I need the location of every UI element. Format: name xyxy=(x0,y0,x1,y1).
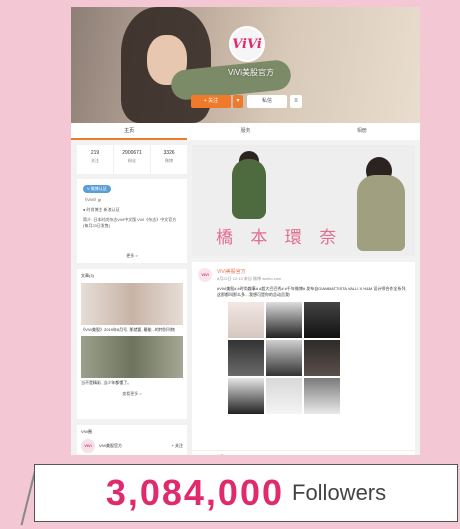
followers-label: Followers xyxy=(292,480,387,505)
weibo-profile-page: ViVi ViVi美股官方 + 关注 ▾ 私信 ≡ 主页 服务 相册 219 关注… xyxy=(71,7,420,455)
post-avatar[interactable]: ViVi xyxy=(198,268,212,282)
article-thumbnail[interactable] xyxy=(81,283,183,325)
info-more-link[interactable]: 更多 > xyxy=(77,253,187,259)
mini-avatar[interactable]: ViVi xyxy=(81,439,95,453)
info-line: 简介: 日本时尚杂志ViVi中文版 ViVi《杂志》中文官方 (每月23日发售) xyxy=(83,217,177,228)
stats-card: 219 关注 2900671 粉丝 3326 微博 xyxy=(77,145,187,174)
stat-followers[interactable]: 2900671 粉丝 xyxy=(114,145,151,174)
post-image[interactable] xyxy=(228,302,264,338)
post-footer: 收藏 28 133 1994 xyxy=(192,450,415,455)
post-image[interactable] xyxy=(266,378,302,414)
stat-value: 3326 xyxy=(163,150,175,156)
verified-badge: V 微博认证 xyxy=(83,185,111,193)
info-card: V 微博认证 《ViVi》jp ● 时尚博主 新浪认证 简介: 日本时尚杂志Vi… xyxy=(77,179,187,263)
post-author[interactable]: ViVi美股官方 xyxy=(217,268,281,275)
stat-label: 关注 xyxy=(91,158,99,163)
stat-posts[interactable]: 3326 微博 xyxy=(151,145,187,174)
article-title[interactable]: 《ViVi美股》2019年8月号, 那就要, 最能...的特别刊物 xyxy=(81,327,183,332)
menu-icon[interactable]: ≡ xyxy=(290,95,302,108)
post-image[interactable] xyxy=(304,340,340,376)
post-image[interactable] xyxy=(228,340,264,376)
profile-avatar[interactable]: ViVi xyxy=(229,26,265,62)
photo-caption: 橋 本 環 奈 xyxy=(216,228,343,248)
vivi-block-follow[interactable]: + 关注 xyxy=(172,443,183,449)
followers-count: 3,084,000 xyxy=(105,472,284,513)
cover-photo: ViVi ViVi美股官方 + 关注 ▾ 私信 ≡ xyxy=(71,7,420,123)
stat-value: 219 xyxy=(90,150,100,156)
vivi-block: ViVi圈 ViVi ViVi美股官方 + 关注 xyxy=(77,425,187,455)
stat-value: 2900671 xyxy=(122,150,142,156)
profile-name: ViVi美股官方 xyxy=(228,68,274,77)
article-thumbnail[interactable] xyxy=(81,336,183,378)
info-line: 《ViVi》jp xyxy=(83,197,102,202)
post-image-grid xyxy=(228,302,409,414)
articles-card: 文章(3) 《ViVi美股》2019年8月号, 那就要, 最能...的特别刊物 … xyxy=(77,269,187,419)
post-text: #ViVi美股# #时尚趣事# #超大巴巴秀# #千年微博# 发布自GIAMBA… xyxy=(217,286,407,297)
vivi-block-header: ViVi圈 xyxy=(81,429,92,434)
tab-services[interactable]: 服务 xyxy=(187,123,303,140)
post-time: 8月22日 12:10 来自 微博 weibo.com xyxy=(217,276,282,281)
post-image[interactable] xyxy=(304,378,340,414)
post-meta: ViVi美股官方 8月22日 12:10 来自 微博 weibo.com xyxy=(217,268,281,282)
stat-following[interactable]: 219 关注 xyxy=(77,145,114,174)
post-comment[interactable]: 133 xyxy=(304,451,360,455)
profile-tabbar: 主页 服务 相册 xyxy=(71,123,420,140)
post-image[interactable] xyxy=(228,378,264,414)
weibo-post: ViVi ViVi美股官方 8月22日 12:10 来自 微博 weibo.co… xyxy=(192,262,415,455)
post-favorite[interactable]: 收藏 xyxy=(192,451,248,455)
vivi-block-row: ViVi ViVi美股官方 + 关注 xyxy=(81,439,183,453)
post-image[interactable] xyxy=(304,302,340,338)
stat-label: 微博 xyxy=(165,158,173,163)
post-image[interactable] xyxy=(266,340,302,376)
followers-banner: 3,084,000 Followers xyxy=(34,464,458,522)
article-title[interactable]: 当不是精彩, 当少年都懂了。 xyxy=(81,380,183,385)
follow-dropdown-icon[interactable]: ▾ xyxy=(233,95,243,108)
tab-album[interactable]: 相册 xyxy=(304,123,420,140)
articles-header: 文章(3) xyxy=(81,273,94,278)
tab-home[interactable]: 主页 xyxy=(71,123,188,140)
vivi-block-name[interactable]: ViVi美股官方 xyxy=(99,443,172,449)
featured-photo[interactable]: 橋 本 環 奈 xyxy=(192,145,415,256)
avatar-logo: ViVi xyxy=(232,36,262,52)
stat-label: 粉丝 xyxy=(128,158,136,163)
post-image[interactable] xyxy=(266,302,302,338)
photo-model-body xyxy=(232,159,266,219)
post-header: ViVi ViVi美股官方 8月22日 12:10 来自 微博 weibo.co… xyxy=(198,268,409,282)
message-button[interactable]: 私信 xyxy=(247,95,287,108)
post-like[interactable]: 1994 xyxy=(359,451,415,455)
info-line: ● 时尚博主 新浪认证 xyxy=(83,207,120,212)
follow-button[interactable]: + 关注 xyxy=(191,95,231,108)
articles-more-link[interactable]: 查看更多 > xyxy=(81,391,183,397)
photo-model-body xyxy=(357,175,405,251)
post-repost[interactable]: 28 xyxy=(248,451,304,455)
